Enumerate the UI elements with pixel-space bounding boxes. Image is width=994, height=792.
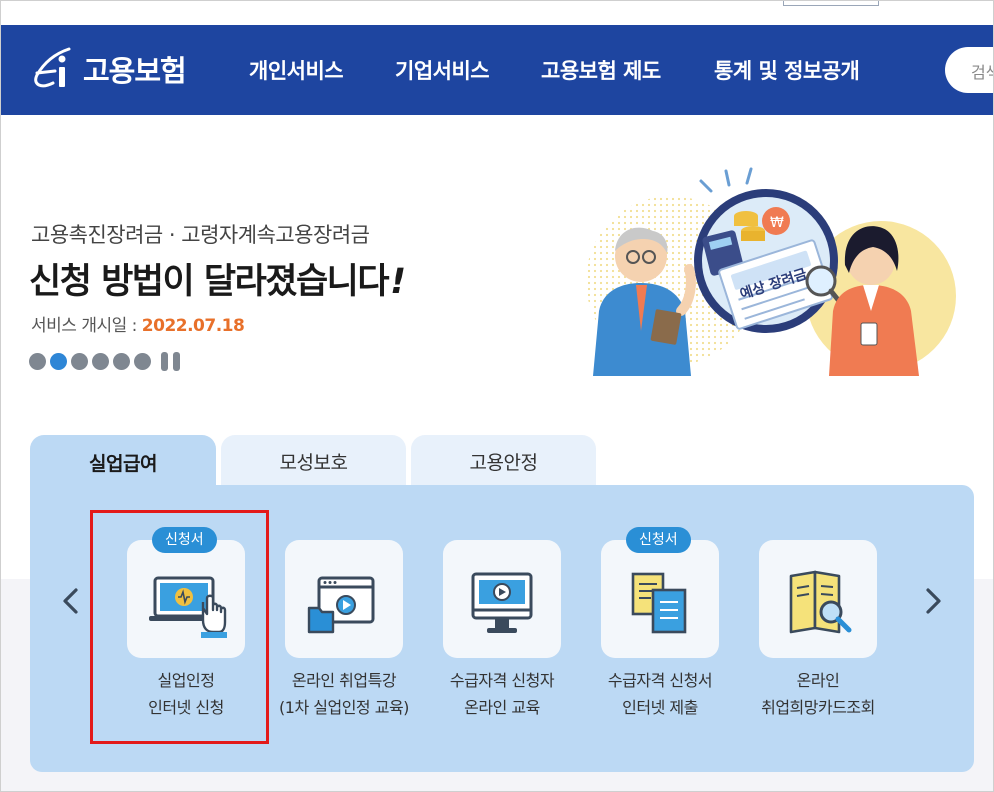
card-label-line: 취업희망카드조회: [761, 698, 875, 717]
documents-icon: [631, 572, 687, 634]
top-utility-box: [783, 1, 879, 6]
tab-maternity-protection[interactable]: 모성보호: [221, 435, 406, 487]
card-label-line: 온라인 교육: [464, 698, 540, 717]
video-lecture-icon: [307, 576, 375, 634]
site-logo[interactable]: 고용보험: [29, 41, 187, 97]
card-label-line: 수급자격 신청서: [607, 671, 713, 690]
nav-insurance-system[interactable]: 고용보험 제도: [541, 55, 661, 85]
service-start-date-label: 서비스 개시일 :: [31, 316, 142, 336]
search-placeholder: 검색: [971, 63, 993, 82]
slide-indicator: [29, 352, 185, 371]
hero-illustration: ₩ 예상 장려금: [586, 167, 956, 376]
tab-employment-stability[interactable]: 고용안정: [411, 435, 596, 487]
hero-title[interactable]: 신청 방법이 달라졌습니다!: [29, 253, 406, 304]
tab-label: 실업급여: [89, 452, 157, 475]
service-card-eligibility-submission[interactable]: [601, 540, 719, 658]
tab-label: 모성보호: [279, 451, 348, 474]
application-badge: 신청서: [626, 527, 691, 553]
card-label-line: (1차 실업인정 교육): [279, 698, 409, 717]
logo-text: 고용보험: [83, 54, 187, 88]
tab-unemployment-benefits[interactable]: 실업급여: [30, 435, 216, 489]
slide-dot[interactable]: [113, 353, 130, 370]
hero-subtitle: 고용촉진장려금 · 고령자계속고용장려금: [31, 223, 370, 247]
card-label-line: 온라인 취업특강: [291, 671, 397, 690]
slide-dot[interactable]: [92, 353, 109, 370]
service-card-online-education[interactable]: [443, 540, 561, 658]
slide-dot[interactable]: [71, 353, 88, 370]
card-label: 온라인 취업특강 (1차 실업인정 교육): [264, 667, 424, 721]
nav-business-services[interactable]: 기업서비스: [395, 55, 490, 85]
hero-title-exclamation: !: [390, 262, 406, 302]
search-input[interactable]: 검색: [945, 47, 993, 93]
card-label: 온라인 취업희망카드조회: [738, 667, 898, 721]
nav-statistics[interactable]: 통계 및 정보공개: [714, 55, 860, 85]
card-label-line: 수급자격 신청자: [449, 671, 555, 690]
slide-dot[interactable]: [134, 353, 151, 370]
slide-dot[interactable]: [29, 353, 46, 370]
pause-button[interactable]: [161, 352, 185, 371]
site-header: 고용보험 개인서비스 기업서비스 고용보험 제도 통계 및 정보공개 검색: [1, 25, 993, 115]
card-label: 수급자격 신청서 인터넷 제출: [580, 667, 740, 721]
slide-dot-active[interactable]: [50, 353, 67, 370]
card-search-icon: [789, 570, 852, 634]
tab-label: 고용안정: [469, 451, 538, 474]
service-card-online-lecture[interactable]: [285, 540, 403, 658]
service-start-date: 서비스 개시일 : 2022.07.18: [31, 311, 245, 336]
service-card-job-hope-card[interactable]: [759, 540, 877, 658]
page: 고용보험 개인서비스 기업서비스 고용보험 제도 통계 및 정보공개 검색 고용…: [0, 0, 994, 792]
chevron-left-icon[interactable]: [59, 587, 83, 615]
svg-text:₩: ₩: [770, 215, 784, 231]
card-label-line: 인터넷 제출: [622, 698, 698, 717]
card-label: 수급자격 신청자 온라인 교육: [422, 667, 582, 721]
hero-title-text: 신청 방법이 달라졌습니다: [29, 262, 390, 302]
monitor-play-icon: [471, 572, 533, 633]
card-label-line: 온라인: [796, 671, 840, 690]
chevron-right-icon[interactable]: [921, 587, 945, 615]
nav-personal-services[interactable]: 개인서비스: [249, 55, 344, 85]
service-start-date-value: 2022.07.18: [141, 316, 245, 336]
ei-logo-icon: [34, 47, 71, 88]
highlight-box: [90, 510, 269, 744]
